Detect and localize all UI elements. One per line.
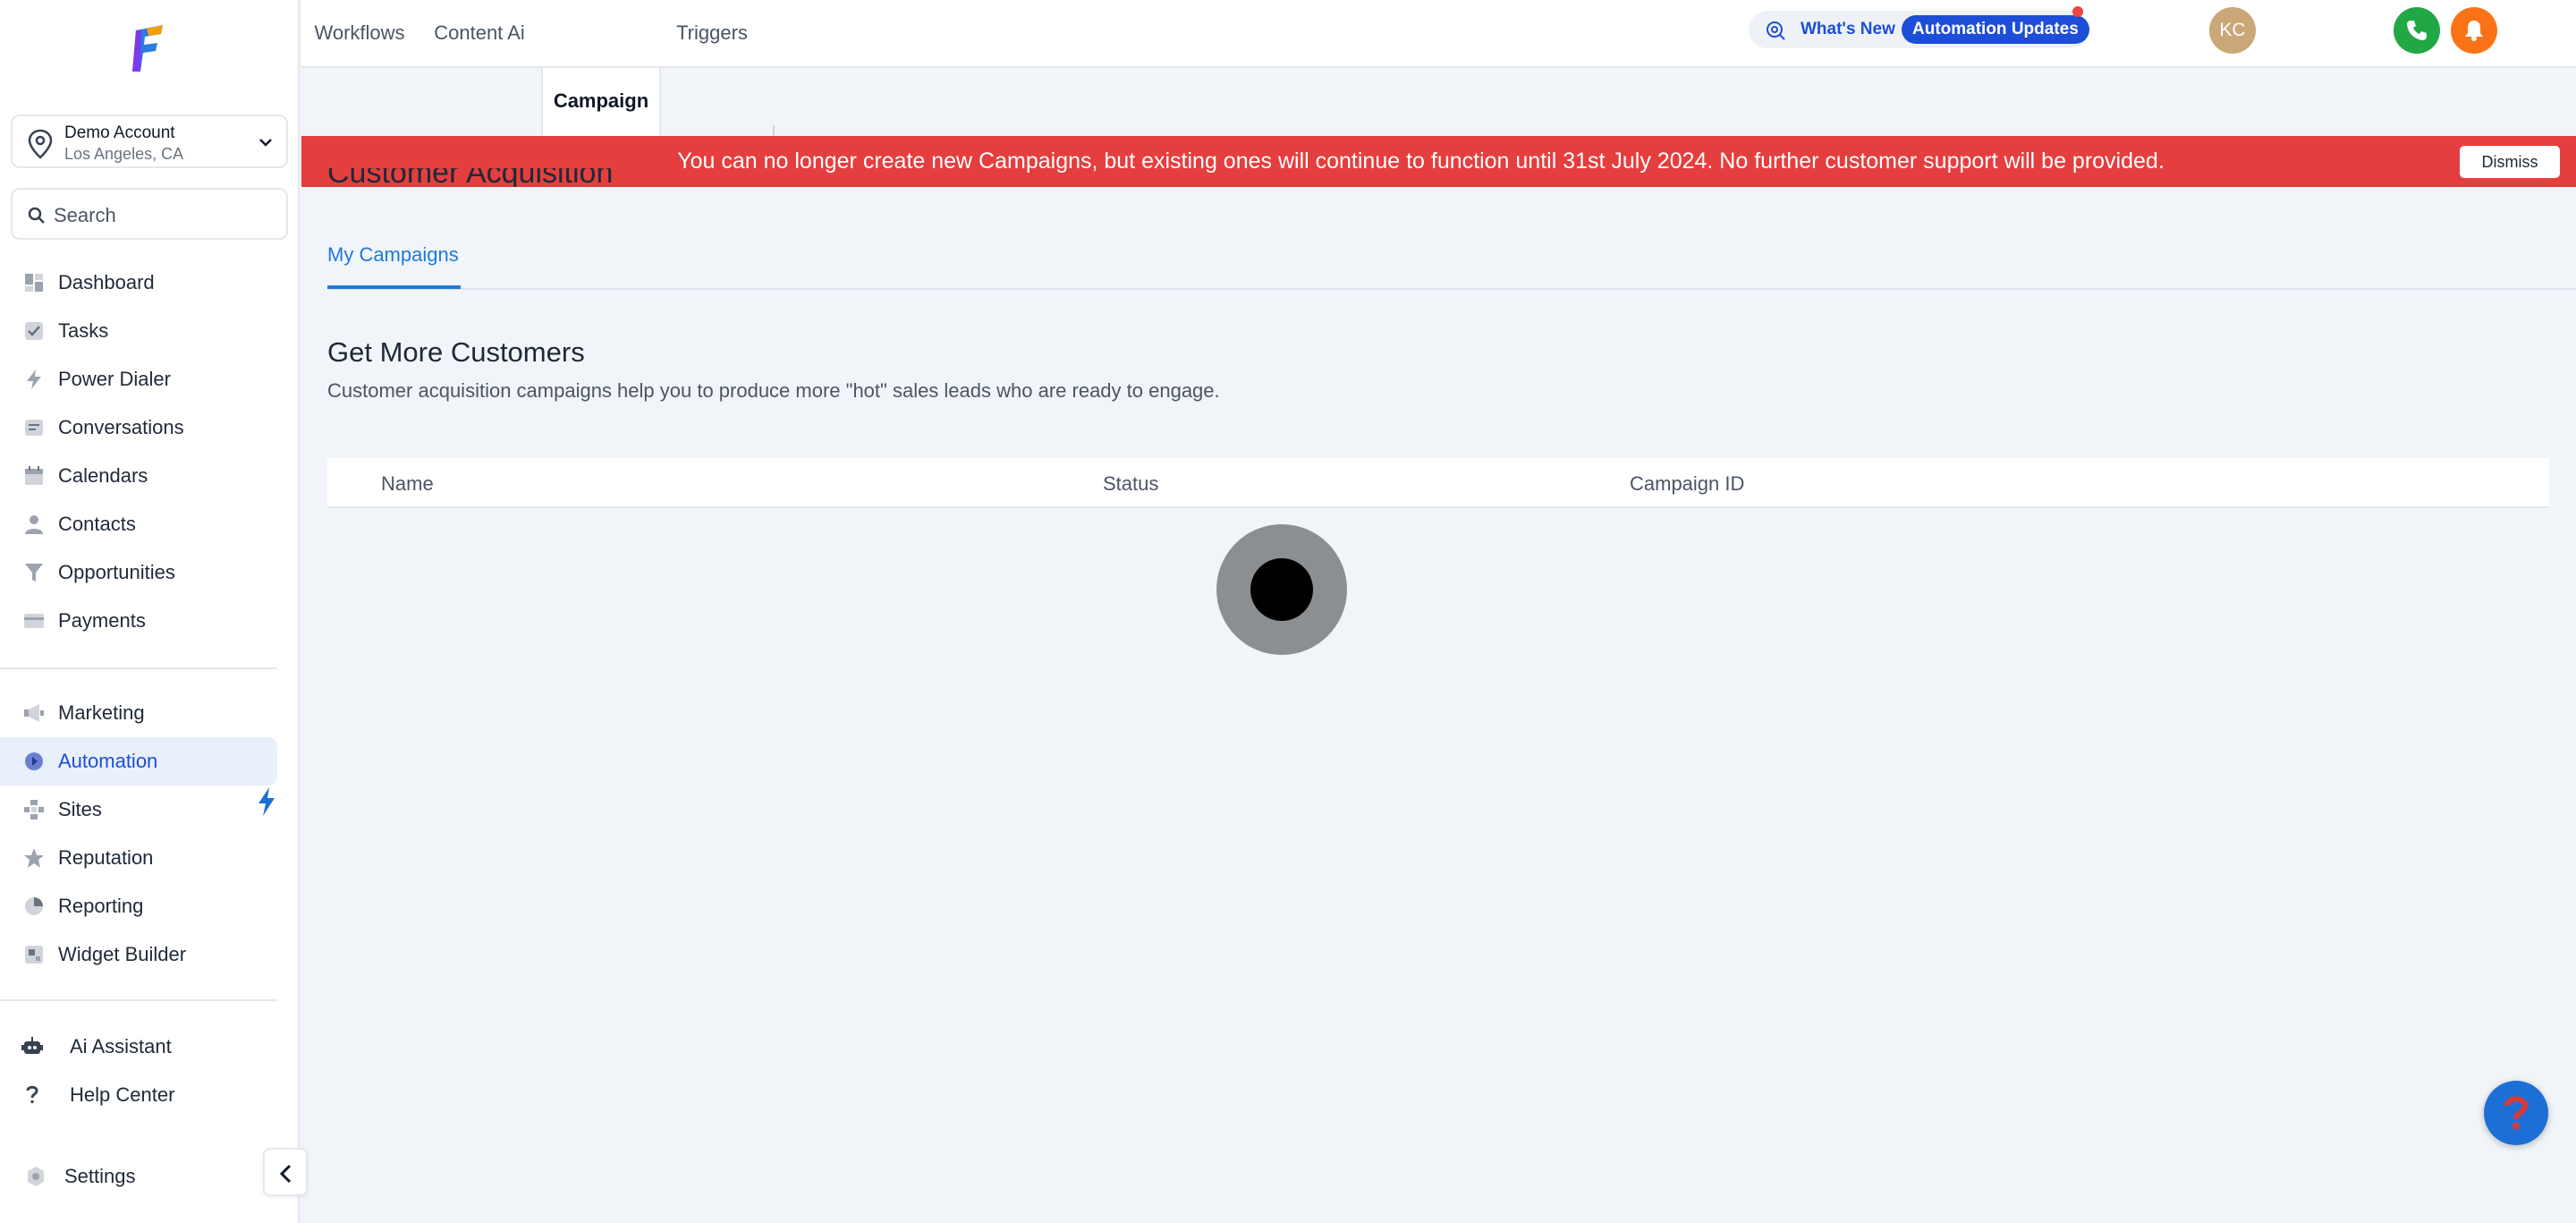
tab-triggers[interactable]: Triggers [664, 0, 760, 68]
contacts-icon [25, 515, 43, 534]
nav-dashboard[interactable]: Dashboard [0, 259, 277, 307]
dashboard-icon [25, 274, 43, 292]
star-icon [24, 848, 44, 868]
nav-label: Conversations [58, 416, 184, 438]
tasks-icon [25, 322, 43, 340]
nav-marketing[interactable]: Marketing [0, 689, 277, 737]
nav-label: Marketing [58, 701, 145, 724]
bell-icon [2465, 21, 2483, 41]
lightning-icon[interactable] [256, 787, 277, 816]
nav-reputation[interactable]: Reputation [0, 834, 277, 882]
nav-settings[interactable]: Settings [0, 1152, 277, 1201]
nav-payments[interactable]: Payments [0, 597, 277, 645]
nav-reporting[interactable]: Reporting [0, 882, 277, 930]
nav-tasks[interactable]: Tasks [0, 307, 277, 355]
nav-ai-assistant[interactable]: Ai Assistant [0, 1023, 277, 1071]
nav-label: Payments [58, 609, 146, 632]
nav-label: Settings [64, 1165, 136, 1187]
tab-separator [773, 125, 775, 136]
notifications-button[interactable] [2451, 7, 2497, 54]
nav-contacts[interactable]: Contacts [0, 500, 277, 548]
sites-icon [24, 800, 44, 820]
nav-label: Power Dialer [58, 368, 171, 390]
nav-automation[interactable]: Automation [0, 737, 277, 786]
nav-label: Reporting [58, 895, 144, 917]
nav-label: Help Center [70, 1083, 175, 1106]
nav-opportunities[interactable]: Opportunities [0, 548, 277, 597]
search-icon [28, 207, 45, 224]
app-logo[interactable] [129, 23, 168, 73]
settings-icon [28, 1167, 44, 1186]
nav-label: Calendars [58, 464, 148, 487]
section-description: Customer acquisition campaigns help you … [327, 379, 1220, 402]
sidebar-search[interactable]: Search [11, 188, 288, 240]
robot-icon [21, 1037, 43, 1054]
help-widget-button[interactable] [2484, 1081, 2548, 1145]
banner-message: You can no longer create new Campaigns, … [677, 149, 2165, 174]
chevron-left-icon [279, 1164, 292, 1184]
nav-label: Tasks [58, 319, 109, 342]
power-dialer-icon [27, 369, 41, 389]
collapse-sidebar-button[interactable] [263, 1148, 308, 1196]
phone-button[interactable] [2394, 7, 2440, 54]
nav-help-center[interactable]: Help Center [0, 1071, 277, 1119]
nav-calendars[interactable]: Calendars [0, 452, 277, 500]
tab-content-ai[interactable]: Content Ai [420, 0, 538, 68]
tab-campaign[interactable]: Campaign [541, 68, 661, 136]
column-header-name[interactable]: Name [381, 472, 434, 496]
nav-label: Automation [58, 750, 158, 772]
column-header-campaign-id[interactable]: Campaign ID [1630, 472, 1744, 496]
megaphone-icon [24, 704, 44, 722]
nav-conversations[interactable]: Conversations [0, 403, 277, 452]
deprecation-banner: You can no longer create new Campaigns, … [301, 136, 2576, 187]
sidebar-divider [0, 999, 277, 1001]
page-title-text: Customer Acquisition [327, 168, 614, 187]
search-placeholder: Search [54, 204, 116, 226]
nav-label: Ai Assistant [70, 1035, 172, 1057]
account-name: Demo Account [64, 123, 175, 142]
automation-updates-badge[interactable]: Automation Updates [1902, 15, 2089, 44]
question-icon [2504, 1096, 2529, 1129]
automation-icon [25, 752, 43, 770]
widget-icon [25, 946, 43, 964]
chevron-down-icon [259, 139, 272, 147]
nav-label: Contacts [58, 513, 136, 535]
nav-label: Dashboard [58, 271, 155, 293]
payments-icon [24, 614, 44, 628]
notification-dot [2072, 6, 2083, 17]
nav-label: Widget Builder [58, 943, 187, 965]
whats-new-label: What's New [1801, 20, 1895, 38]
tab-workflows[interactable]: Workflows [301, 0, 418, 68]
question-icon [26, 1085, 38, 1103]
phone-icon [2407, 21, 2427, 40]
pie-chart-icon [25, 897, 43, 915]
subtab-active-indicator [327, 285, 461, 289]
funnel-icon [25, 564, 43, 582]
sidebar: Demo Account Los Angeles, CA Search Dash… [0, 0, 308, 1223]
nav-label: Opportunities [58, 561, 175, 583]
page-title: Customer Acquisition [327, 168, 613, 187]
nav-label: Sites [58, 798, 102, 820]
campaigns-table-header: Name Status Campaign ID [327, 458, 2549, 508]
calendar-icon [25, 466, 43, 485]
subtab-my-campaigns[interactable]: My Campaigns [327, 243, 459, 267]
nav-power-dialer[interactable]: Power Dialer [0, 355, 277, 403]
nav-widget-builder[interactable]: Widget Builder [0, 930, 277, 979]
subtab-rule [327, 288, 2576, 290]
loading-spinner [1216, 524, 1347, 655]
sidebar-divider [0, 667, 277, 669]
loading-spinner-core [1250, 558, 1313, 621]
avatar[interactable]: KC [2209, 7, 2256, 54]
nav-label: Reputation [58, 846, 154, 869]
column-header-status[interactable]: Status [1103, 472, 1158, 496]
account-location: Los Angeles, CA [64, 145, 184, 163]
whats-new-icon [1767, 21, 1785, 40]
nav-sites[interactable]: Sites [0, 786, 277, 834]
conversations-icon [25, 420, 43, 436]
dismiss-button[interactable]: Dismiss [2460, 146, 2560, 178]
location-pin-icon [28, 129, 53, 159]
section-title: Get More Customers [327, 336, 585, 368]
account-switcher[interactable]: Demo Account Los Angeles, CA [11, 115, 288, 168]
